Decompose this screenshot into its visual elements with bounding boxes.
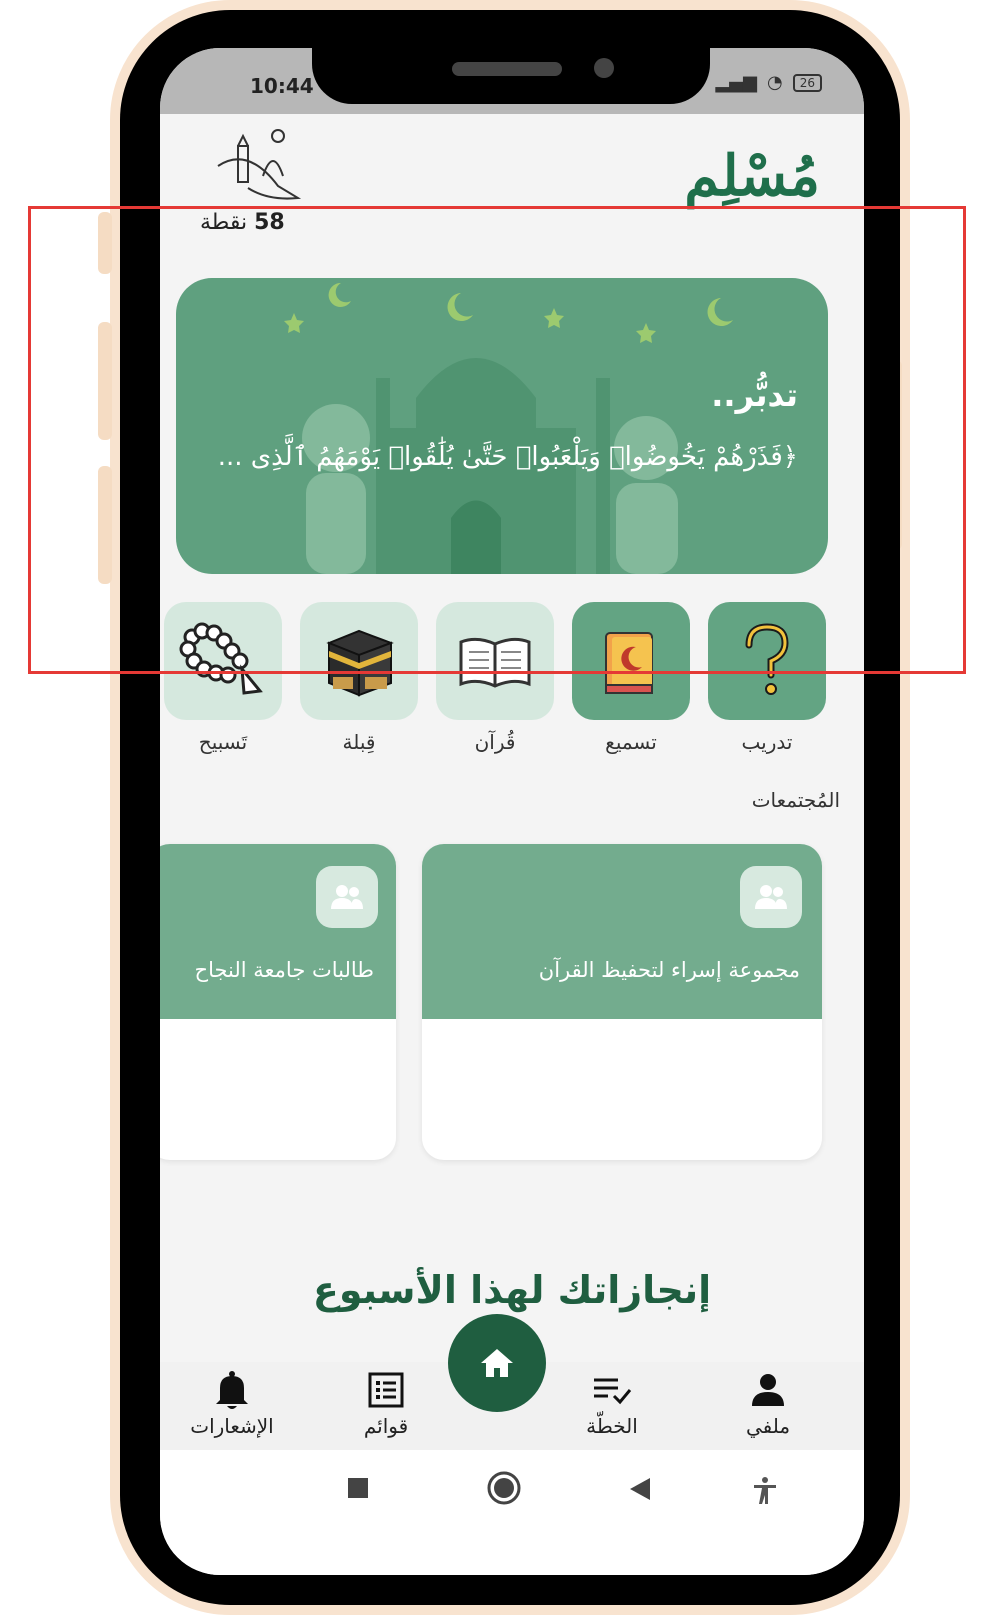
achievements-title: إنجازاتك لهذا الأسبوع [312, 1268, 712, 1312]
status-time: 10:44 [250, 74, 314, 98]
shortcut-qibla-label: قِبلة [342, 730, 376, 754]
app-logo-text: مُسْلِم [684, 143, 820, 209]
group-card-header: مجموعة إسراء لتحفيظ القرآن [422, 844, 822, 1019]
nav-profile[interactable]: ملفي [708, 1362, 828, 1450]
checklist-icon [594, 1378, 632, 1405]
highlight-annotation-box [28, 206, 966, 674]
group-icon [740, 866, 802, 928]
home-button[interactable] [448, 1314, 546, 1412]
group-card-isra[interactable]: مجموعة إسراء لتحفيظ القرآن [422, 844, 822, 1160]
shortcut-tasbeeh-label: تَسبيح [198, 730, 248, 754]
speaker-icon [452, 62, 562, 76]
nav-plan-label: الخطّة [586, 1414, 638, 1438]
mosque-logo-icon [217, 129, 302, 200]
status-icons: ▂▄▆ ◔ 26 [715, 72, 822, 93]
wifi-icon: ◔ [767, 72, 783, 93]
back-icon[interactable] [628, 1476, 652, 1502]
group-name: مجموعة إسراء لتحفيظ القرآن [538, 958, 800, 982]
nav-notifications[interactable]: الإشعارات [172, 1362, 292, 1450]
communities-title: المُجتمعات [751, 788, 840, 812]
group-name: طالبات جامعة النجاح [194, 958, 374, 982]
group-card-header: طالبات جامعة النجاح [160, 844, 396, 1019]
group-icon [316, 866, 378, 928]
recent-apps-icon[interactable] [346, 1476, 370, 1500]
battery-icon: 26 [792, 73, 822, 92]
camera-notch [312, 48, 710, 104]
home-icon [481, 1349, 513, 1377]
nav-lists[interactable]: قوائم [326, 1362, 446, 1450]
camera-icon [594, 58, 614, 78]
shortcut-recitation-label: تسميع [605, 730, 657, 754]
list-icon [368, 1372, 404, 1408]
nav-lists-label: قوائم [363, 1414, 409, 1438]
accessibility-icon[interactable] [752, 1476, 778, 1506]
nav-plan[interactable]: الخطّة [552, 1362, 672, 1450]
system-home-icon[interactable] [486, 1470, 522, 1506]
profile-icon [752, 1374, 784, 1406]
nav-profile-label: ملفي [745, 1414, 791, 1438]
group-card-najah[interactable]: طالبات جامعة النجاح [160, 844, 396, 1160]
bell-icon [216, 1371, 248, 1409]
shortcut-quran-label: قُرآن [474, 730, 516, 754]
nav-notifications-label: الإشعارات [190, 1414, 274, 1438]
shortcut-training-label: تدريب [741, 730, 793, 754]
system-navigation-bar [160, 1450, 864, 1575]
signal-icon: ▂▄▆ [715, 72, 757, 93]
